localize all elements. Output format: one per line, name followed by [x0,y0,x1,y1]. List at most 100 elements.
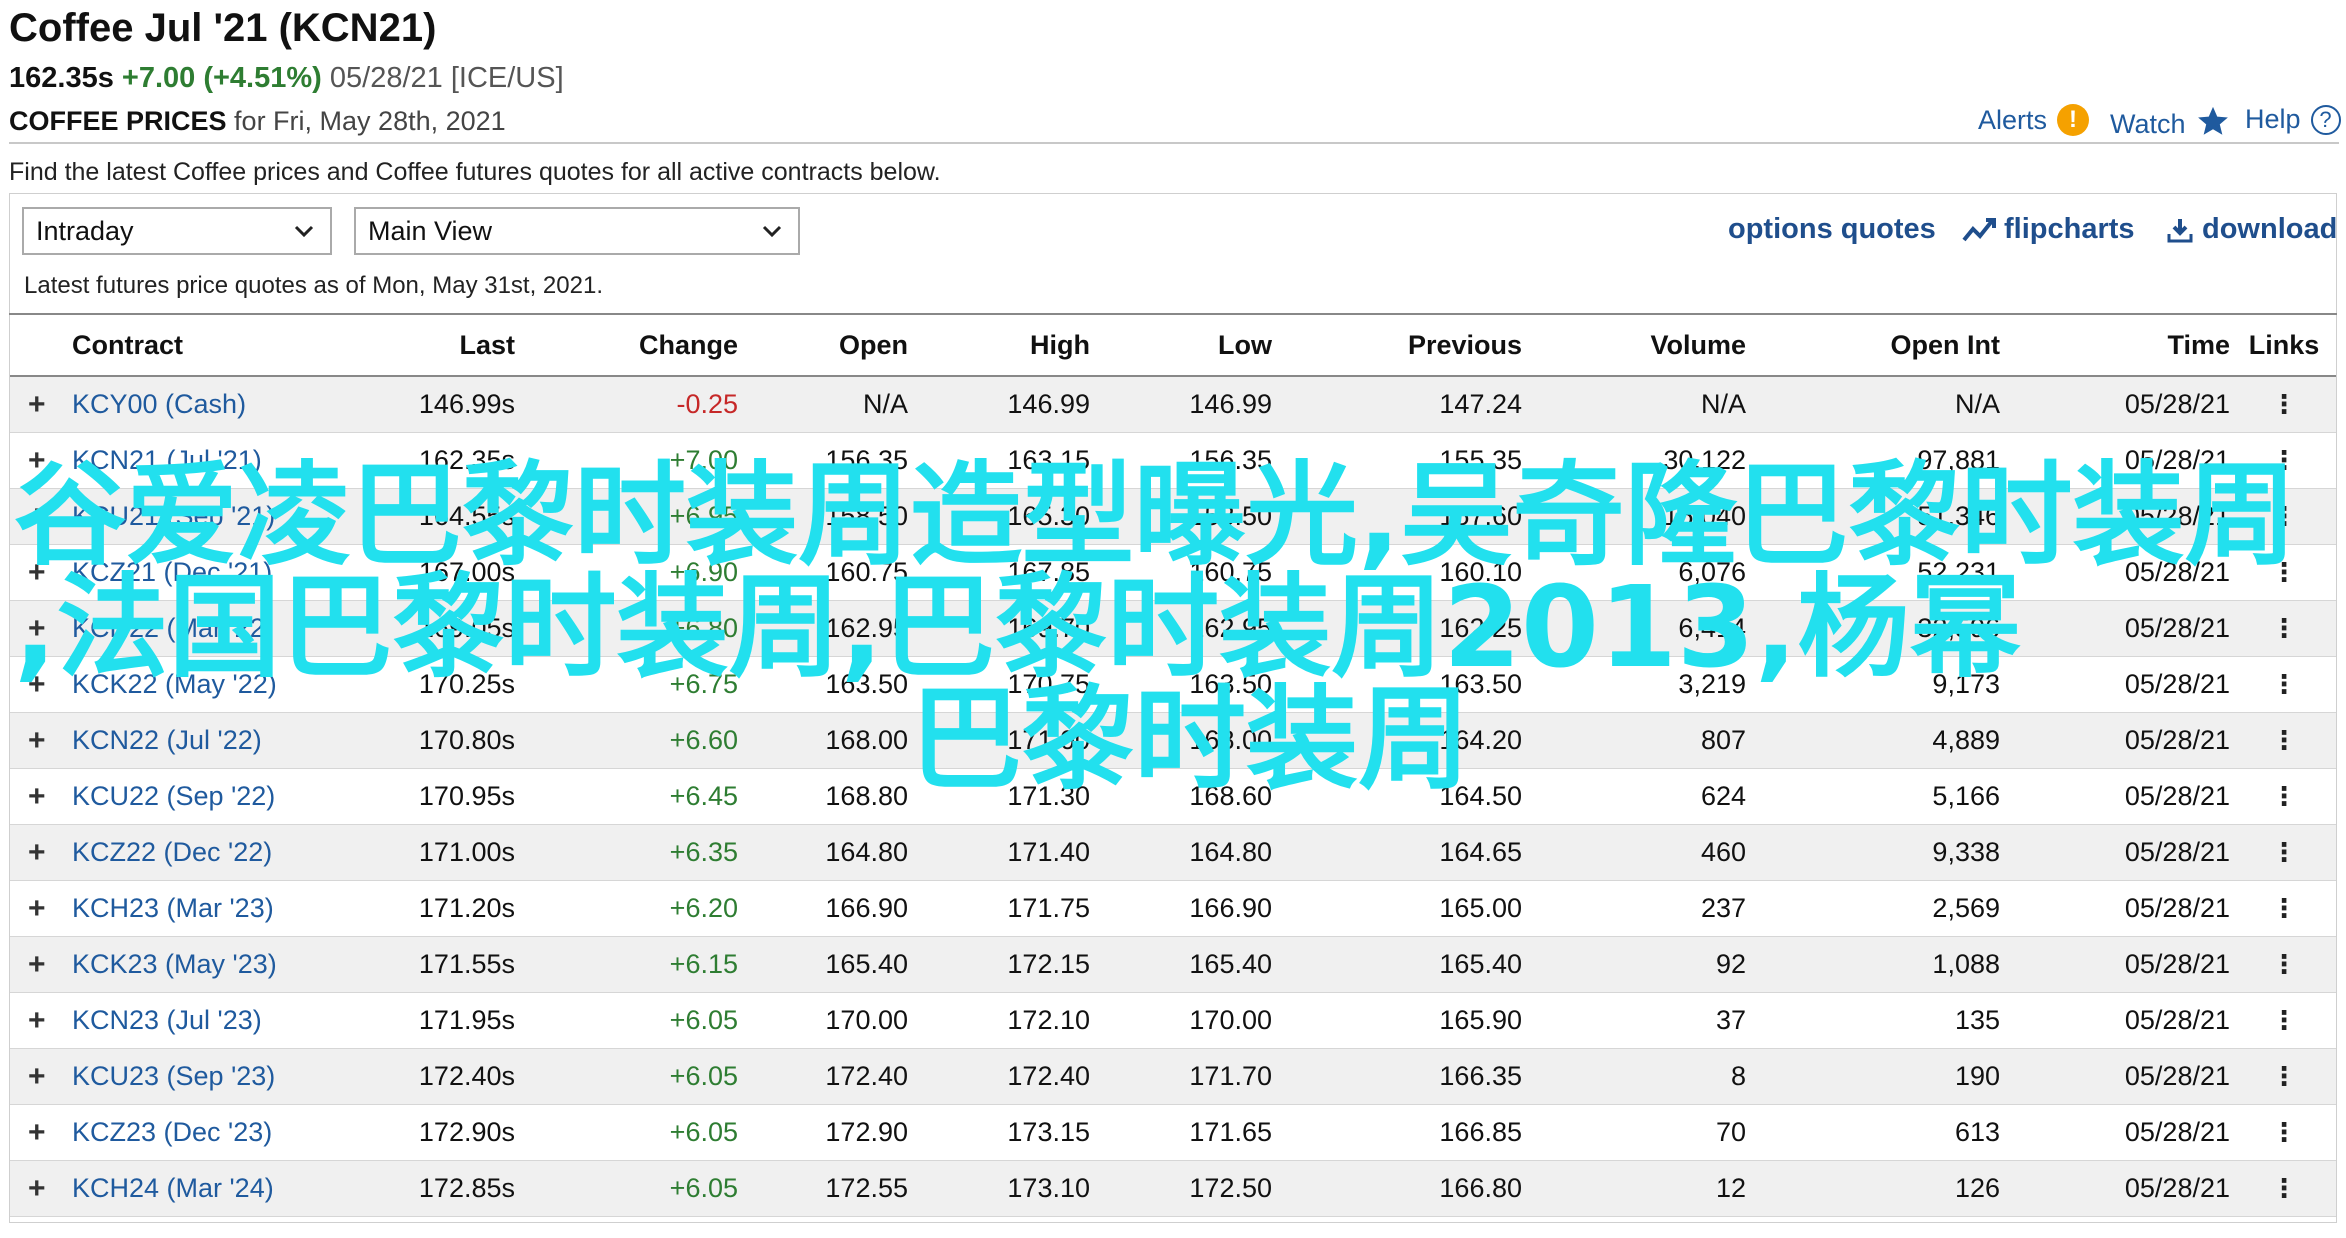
help-link[interactable]: Help ? [2245,104,2341,135]
expand-row-icon[interactable]: + [28,601,58,656]
column-header-change[interactable]: Change [530,315,738,375]
expand-row-icon[interactable]: + [28,937,58,992]
table-row: + KCU22 (Sep '22) 170.95s +6.45 168.80 171.30… [10,769,2336,825]
row-menu-icon[interactable]: ⋮ [2242,545,2326,600]
row-menu-icon[interactable]: ⋮ [2242,433,2326,488]
column-header-low[interactable]: Low [1100,315,1272,375]
row-menu-icon[interactable]: ⋮ [2242,1049,2326,1104]
last-price: 162.35s [9,62,114,94]
cell-low: 166.90 [1189,893,1272,923]
cell-low: 163.50 [1189,669,1272,699]
cell-low: 158.50 [1189,501,1272,531]
cell-openint: N/A [1954,389,2000,419]
expand-row-icon[interactable]: + [28,713,58,768]
row-menu-icon[interactable]: ⋮ [2242,881,2326,936]
expand-row-icon[interactable]: + [28,1161,58,1216]
table-row: + KCZ23 (Dec '23) 172.90s +6.05 172.90 173.15… [10,1105,2336,1161]
expand-row-icon[interactable]: + [28,433,58,488]
cell-previous: 164.65 [1439,837,1522,867]
cell-volume: 37 [1715,1005,1746,1035]
help-icon: ? [2310,104,2341,135]
download-link[interactable]: download [2166,213,2337,246]
table-row: + KCN23 (Jul '23) 171.95s +6.05 170.00 172.10… [10,993,2336,1049]
cell-openint: 613 [1954,1117,2000,1147]
cell-low: 171.65 [1189,1117,1272,1147]
row-menu-icon[interactable]: ⋮ [2242,489,2326,544]
cell-previous: 163.50 [1439,669,1522,699]
expand-row-icon[interactable]: + [28,881,58,936]
watch-link[interactable]: Watch [2110,104,2230,145]
cell-volume: 460 [1700,837,1746,867]
expand-row-icon[interactable]: + [28,769,58,824]
page-description: Find the latest Coffee prices and Coffee… [9,158,941,186]
cell-high: 171.75 [1007,893,1090,923]
column-header-last[interactable]: Last [310,315,515,375]
cell-last: 146.99s [418,389,515,419]
cell-volume: N/A [1700,389,1746,419]
row-menu-icon[interactable]: ⋮ [2242,1161,2326,1216]
cell-open: 156.35 [825,445,908,475]
cell-previous: 166.80 [1439,1173,1522,1203]
cell-previous: 160.10 [1439,557,1522,587]
column-header-high[interactable]: High [920,315,1090,375]
row-menu-icon[interactable]: ⋮ [2242,601,2326,656]
row-menu-icon[interactable]: ⋮ [2242,1105,2326,1160]
cell-volume: 92 [1715,949,1746,979]
expand-row-icon[interactable]: + [28,657,58,712]
expand-row-icon[interactable]: + [28,489,58,544]
cell-change: +6.05 [669,1005,738,1035]
column-header-time[interactable]: Time [2010,315,2230,375]
flipcharts-link[interactable]: flipcharts [1962,213,2135,246]
column-header-open-int[interactable]: Open Int [1756,315,2001,375]
cell-high: 173.10 [1007,1173,1090,1203]
period-select-value: Intraday [36,215,134,246]
cell-low: 165.40 [1189,949,1272,979]
cell-high: 167.85 [1007,557,1090,587]
expand-row-icon[interactable]: + [28,377,58,432]
cell-last: 171.95s [418,1005,515,1035]
expand-row-icon[interactable]: + [28,545,58,600]
row-menu-icon[interactable]: ⋮ [2242,657,2326,712]
cell-open: 163.50 [825,669,908,699]
cell-openint: 5,166 [1932,781,2000,811]
options-quotes-link[interactable]: options quotes [1728,213,1936,246]
expand-row-icon[interactable]: + [28,825,58,880]
cell-change: +6.75 [669,669,738,699]
cell-change: +6.15 [669,949,738,979]
expand-row-icon[interactable]: + [28,1049,58,1104]
column-header-links[interactable]: Links [2242,315,2326,375]
cell-change: +6.05 [669,1061,738,1091]
header-divider [9,142,2339,144]
cell-time: 05/28/21 [2124,557,2230,587]
row-menu-icon[interactable]: ⋮ [2242,993,2326,1048]
expand-row-icon[interactable]: + [28,1105,58,1160]
cell-last: 172.90s [418,1117,515,1147]
cell-open: 172.40 [825,1061,908,1091]
cell-change: +6.60 [669,725,738,755]
table-row: + KCN21 (Jul '21) 162.35s +7.00 156.35 163.15… [10,433,2336,489]
download-label: download [2202,213,2338,245]
row-menu-icon[interactable]: ⋮ [2242,769,2326,824]
row-menu-icon[interactable]: ⋮ [2242,825,2326,880]
cell-low: 164.80 [1189,837,1272,867]
row-menu-icon[interactable]: ⋮ [2242,377,2326,432]
column-header-previous[interactable]: Previous [1282,315,1522,375]
row-menu-icon[interactable]: ⋮ [2242,937,2326,992]
cell-time: 05/28/21 [2124,501,2230,531]
view-select[interactable]: Main View [354,207,800,255]
cell-change: +6.05 [669,1173,738,1203]
chevron-down-icon [294,225,314,238]
period-select[interactable]: Intraday [22,207,332,255]
row-menu-icon[interactable]: ⋮ [2242,713,2326,768]
cell-high: 173.15 [1007,1117,1090,1147]
cell-last: 171.20s [418,893,515,923]
cell-openint: 126 [1954,1173,2000,1203]
column-header-open[interactable]: Open [750,315,908,375]
alerts-link[interactable]: Alerts ! [1978,104,2090,136]
expand-row-icon[interactable]: + [28,993,58,1048]
column-header-volume[interactable]: Volume [1530,315,1746,375]
cell-last: 169.05s [418,613,515,643]
cell-time: 05/28/21 [2124,669,2230,699]
cell-change: +6.95 [669,501,738,531]
cell-openint: 51,346 [1917,501,2000,531]
